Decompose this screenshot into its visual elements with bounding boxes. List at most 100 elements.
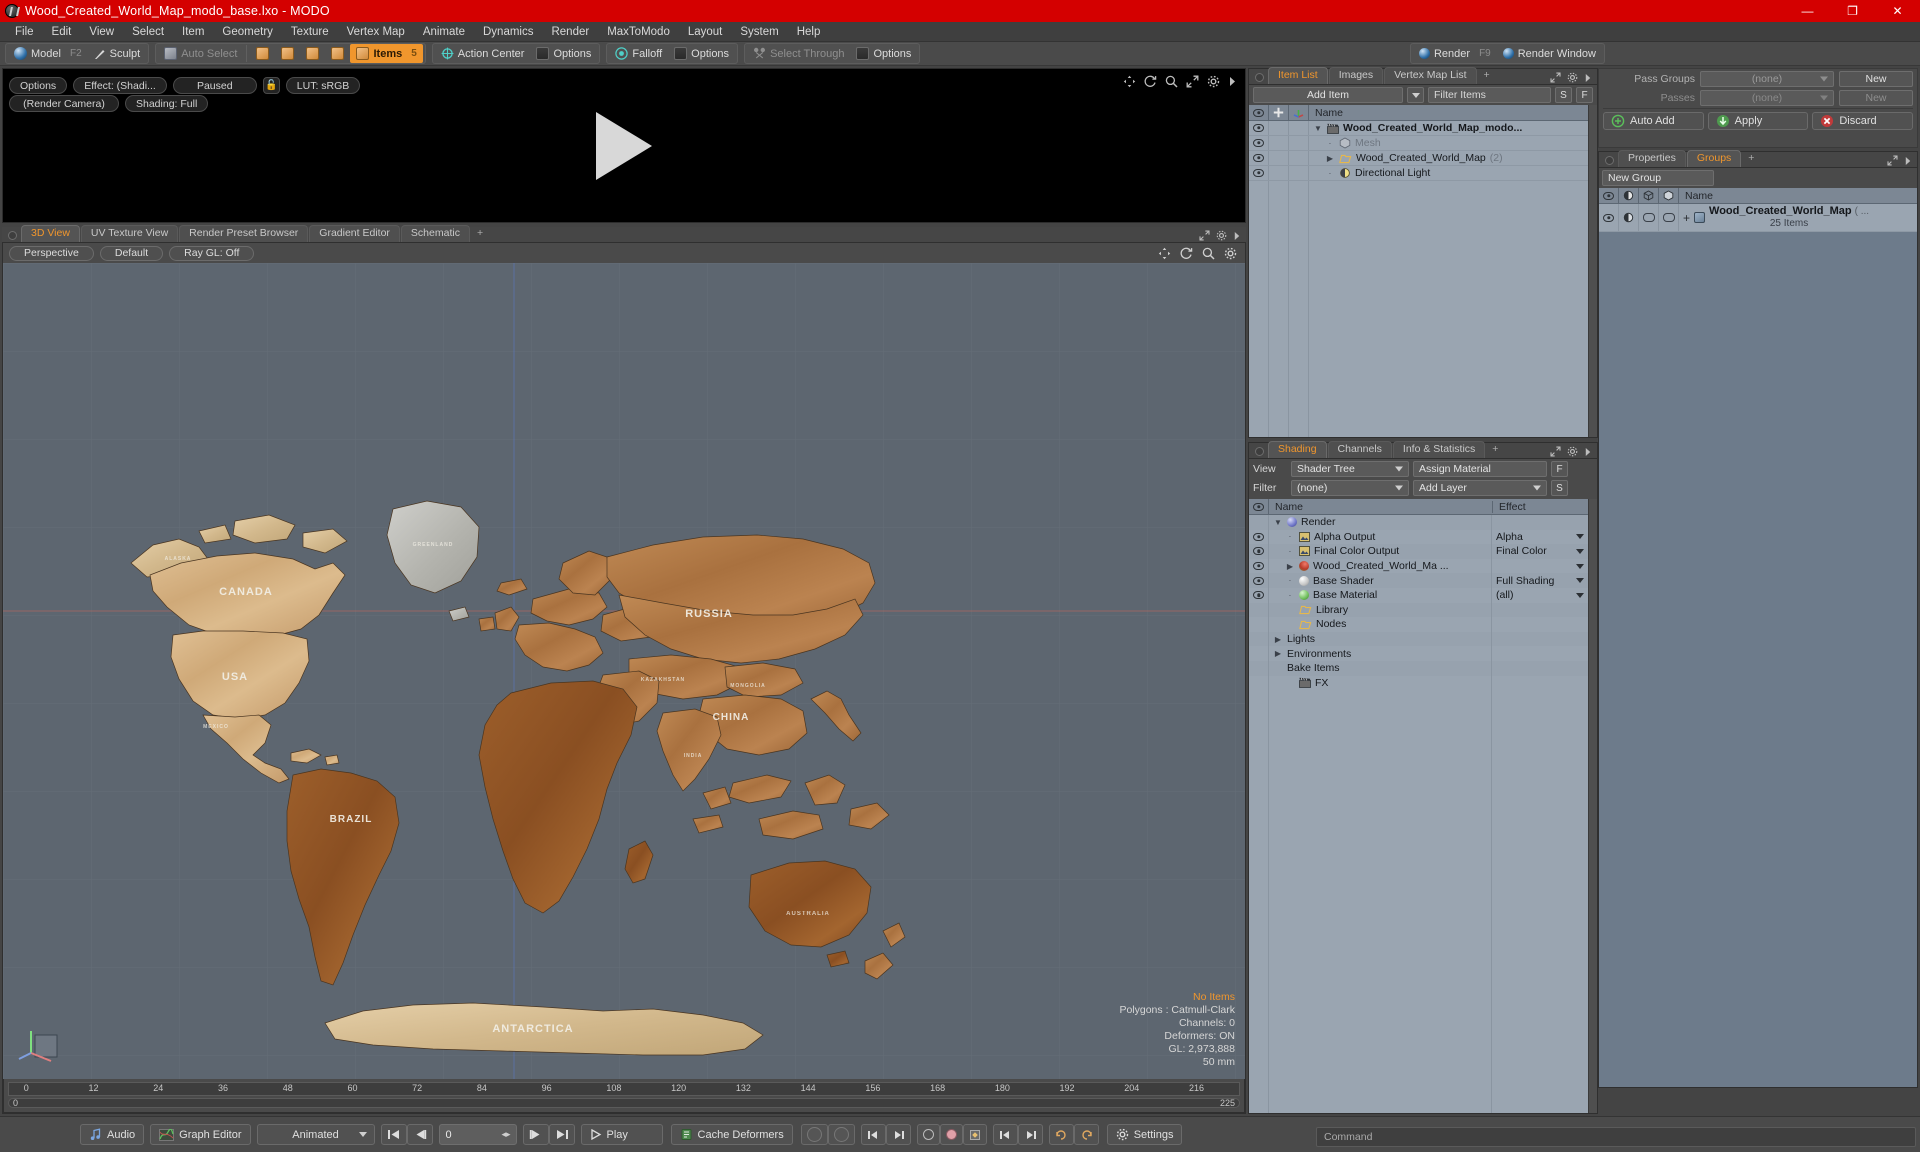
render-camera-button[interactable]: (Render Camera) [9,95,119,112]
shader-row-visibility-toggle[interactable] [1249,558,1269,574]
shader-row-visibility-toggle[interactable] [1249,587,1269,603]
play-button[interactable]: Play [580,1124,663,1145]
expander-down-icon[interactable]: ▼ [1313,124,1323,133]
close-button[interactable]: ✕ [1875,0,1920,22]
viewport-move-icon[interactable] [1158,247,1171,260]
item-list-visibility-col-header[interactable] [1249,105,1269,120]
add-item-button[interactable]: Add Item [1253,87,1403,103]
viewport-default-button[interactable]: Default [99,245,164,261]
shader-expander-down-icon[interactable]: ▼ [1273,518,1283,527]
gear-icon[interactable] [1207,75,1220,88]
model-mode-button[interactable]: Model F2 [8,44,88,63]
shader-tree-scrollbar[interactable] [1588,499,1597,1113]
chevron-down-icon[interactable] [1576,578,1584,584]
preview-shading-button[interactable]: Shading: Full [125,95,209,112]
item-list-chevron-icon[interactable] [1584,73,1592,83]
menu-item-item[interactable]: Item [173,24,213,40]
tab-uv-texture-view[interactable]: UV Texture View [80,225,179,242]
falloff-button[interactable]: Falloff [609,44,668,63]
shader-row-effect[interactable]: Alpha [1492,531,1588,543]
tab-groups[interactable]: Groups [1686,150,1742,167]
prev-key-button[interactable] [860,1124,886,1145]
material-select-button[interactable] [325,44,350,63]
vertex-select-button[interactable] [250,44,275,63]
sculpt-mode-button[interactable]: Sculpt [88,44,147,63]
menu-item-view[interactable]: View [80,24,123,40]
tab-channels[interactable]: Channels [1327,441,1392,458]
rotate-icon[interactable] [1144,75,1157,88]
next-marker-button[interactable] [1017,1124,1043,1145]
chevron-down-icon[interactable] [1576,534,1584,540]
next-frame-button[interactable] [522,1124,549,1145]
add-layer-select[interactable]: Add Layer [1413,480,1547,496]
menu-item-vertex-map[interactable]: Vertex Map [338,24,414,40]
item-list-lock-col-header[interactable] [1269,105,1289,120]
panel-chevron-icon[interactable] [1233,231,1241,241]
shader-expander-right-icon[interactable]: ▶ [1273,649,1283,658]
filter-items-input[interactable]: Filter Items [1428,87,1551,103]
shader-row-visibility-toggle[interactable] [1249,573,1269,588]
autokey-off-button[interactable] [916,1124,940,1145]
shader-row-visibility-toggle[interactable] [1249,529,1269,545]
group-expander[interactable]: + [1683,211,1690,225]
action-center-options-button[interactable]: Options [530,44,597,63]
shading-filter-select[interactable]: (none) [1291,480,1409,496]
menu-item-maxtomodo[interactable]: MaxToModo [598,24,679,40]
panel-gear-icon[interactable] [1216,230,1227,241]
tab-vertex-map-list[interactable]: Vertex Map List [1384,67,1477,84]
viewport-perspective-button[interactable]: Perspective [9,245,94,261]
shader-tree-row[interactable]: ▶ Lights [1249,631,1588,647]
shading-f-button[interactable]: F [1551,461,1568,477]
previous-frame-button[interactable] [406,1124,433,1145]
item-list-row[interactable]: ▼ Wood_Created_World_Map_modo... [1249,121,1588,136]
go-to-end-button[interactable] [548,1124,575,1145]
maximize-button[interactable]: ❐ [1830,0,1875,22]
groups-table-row[interactable]: + Wood_Created_World_Map ( ... 25 Items [1599,204,1917,232]
shader-tree-row[interactable]: FX [1249,675,1588,691]
tab-schematic[interactable]: Schematic [400,225,470,242]
shader-visibility-col-header[interactable] [1249,499,1269,514]
select-through-button[interactable]: Select Through [747,44,850,63]
key-channels-button[interactable] [827,1124,855,1145]
menu-item-edit[interactable]: Edit [43,24,81,40]
shader-tree-row[interactable]: Bake Items [1249,660,1588,676]
menu-item-layout[interactable]: Layout [679,24,732,40]
passes-select[interactable]: (none) [1700,89,1834,106]
item-list-axis-col-header[interactable] [1289,105,1309,120]
minimize-button[interactable]: — [1785,0,1830,22]
shader-tree-row[interactable]: · Alpha Output Alpha [1249,529,1588,545]
key-frame-button[interactable] [962,1124,987,1145]
shader-tree-row[interactable]: · Base Shader Full Shading [1249,573,1588,588]
timeline-panel[interactable]: 0 12 24 36 48 60 72 84 96 108 120 132 144 156 168 180 19… [3,1079,1245,1113]
viewport-raygl-button[interactable]: Ray GL: Off [169,245,255,261]
graph-editor-button[interactable]: Graph Editor [150,1124,251,1145]
item-list-row[interactable]: ▶ Wood_Created_World_Map (2) [1249,151,1588,166]
menu-item-help[interactable]: Help [788,24,830,40]
polygon-select-button[interactable] [300,44,325,63]
animation-mode-select[interactable]: Animated [256,1124,375,1145]
preview-options-button[interactable]: Options [9,77,68,94]
menu-item-render[interactable]: Render [542,24,598,40]
auto-select-button[interactable]: Auto Select [158,44,243,63]
viewport-gear-icon[interactable] [1224,247,1237,260]
action-center-button[interactable]: Action Center [435,44,531,63]
menu-item-file[interactable]: File [6,24,43,40]
move-icon[interactable] [1123,75,1136,88]
play-overlay-icon[interactable] [596,111,652,180]
tab-render-preset-browser[interactable]: Render Preset Browser [179,225,309,242]
new-group-button[interactable]: New Group [1602,170,1714,186]
render-button[interactable]: Render F9 [1413,44,1497,63]
groups-maximize-icon[interactable] [1887,155,1898,166]
tab-images[interactable]: Images [1328,67,1384,84]
loop-a-button[interactable] [1048,1124,1074,1145]
tab-item-list[interactable]: Item List [1268,67,1328,84]
menu-item-geometry[interactable]: Geometry [213,24,282,40]
auto-add-button[interactable]: Auto Add [1603,112,1704,130]
next-key-button[interactable] [885,1124,911,1145]
groups-wire-col-header[interactable] [1639,188,1659,203]
add-tab-button[interactable]: + [471,226,489,242]
menu-item-system[interactable]: System [731,24,787,40]
shading-add-tab[interactable]: + [1486,442,1504,458]
select-through-options-button[interactable]: Options [850,44,917,63]
chevron-down-icon[interactable] [1576,563,1584,569]
